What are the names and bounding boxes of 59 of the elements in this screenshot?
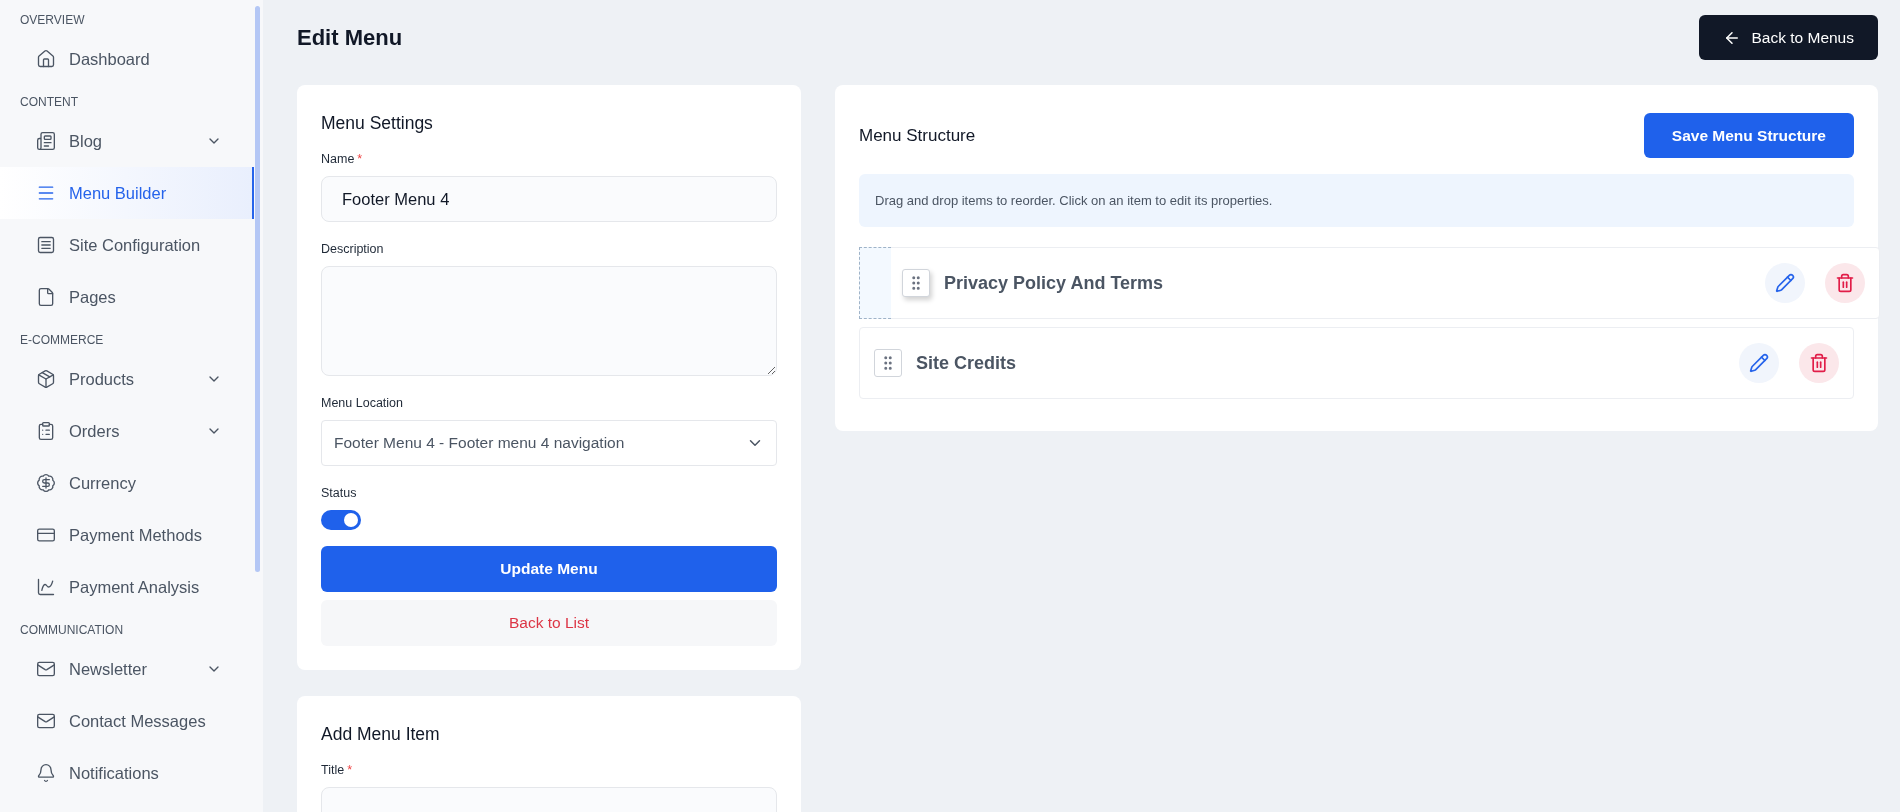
card-title: Menu Settings xyxy=(321,113,434,134)
back-button[interactable]: Back to Menus xyxy=(1699,15,1878,60)
field-label: Status xyxy=(321,486,358,500)
description-input[interactable] xyxy=(321,266,777,376)
card-title: Add Menu Item xyxy=(321,724,441,745)
status-toggle[interactable] xyxy=(321,510,361,530)
pencil-icon xyxy=(1749,353,1769,373)
name-input[interactable]: Footer Menu 4 xyxy=(321,176,777,222)
required-mark: * xyxy=(347,763,353,777)
save-button[interactable]: Save Menu Structure xyxy=(1643,113,1854,158)
menu-item[interactable]: Site Credits xyxy=(859,327,1854,399)
field-label: Menu Location xyxy=(321,396,404,410)
required-mark: * xyxy=(357,152,363,166)
file-icon xyxy=(36,287,56,307)
scrollbar[interactable] xyxy=(255,6,260,572)
sidebar-item[interactable]: Blog xyxy=(0,115,254,167)
clipboard-icon xyxy=(36,421,56,441)
chart-icon xyxy=(36,577,56,597)
box-icon xyxy=(36,369,56,389)
field-label: Name xyxy=(321,152,355,166)
trash-icon xyxy=(1835,273,1855,293)
sidebar-item[interactable]: Notifications xyxy=(0,747,254,799)
sidebar-item[interactable]: Contact Messages xyxy=(0,695,254,747)
sidebar-item[interactable]: Payment Methods xyxy=(0,509,254,561)
edit-button[interactable] xyxy=(1739,343,1779,383)
mail-icon xyxy=(36,711,56,731)
edit-button[interactable] xyxy=(1765,263,1805,303)
back-to-list-button[interactable]: Back to List xyxy=(321,600,777,646)
bell-icon xyxy=(36,763,56,783)
card-title: Menu Structure xyxy=(859,125,976,146)
sidebar-item[interactable]: Payment Analysis xyxy=(0,561,254,613)
newspaper-icon xyxy=(36,131,56,151)
sidebar-item[interactable]: Products xyxy=(0,353,254,405)
delete-button[interactable] xyxy=(1825,263,1865,303)
update-button[interactable]: Update Menu xyxy=(321,546,777,592)
pencil-icon xyxy=(1775,273,1795,293)
page-title: Edit Menu xyxy=(297,24,403,51)
sidebar-item[interactable]: Newsletter xyxy=(0,643,254,695)
field-label: Title xyxy=(321,763,345,777)
location-select[interactable]: Footer Menu 4 - Footer menu 4 navigation xyxy=(321,420,777,466)
drag-handle[interactable] xyxy=(902,269,930,297)
delete-button[interactable] xyxy=(1799,343,1839,383)
document-icon xyxy=(36,235,56,255)
section-title: CONTENT xyxy=(19,95,79,111)
sidebar-item[interactable]: Menu Builder xyxy=(0,167,254,219)
mail-icon xyxy=(36,659,56,679)
section-title: COMMUNICATION xyxy=(19,623,125,639)
trash-icon xyxy=(1809,353,1829,373)
sidebar-item[interactable]: Dashboard xyxy=(0,33,254,85)
field-label: Description xyxy=(321,242,385,256)
section-title: OVERVIEW xyxy=(19,13,86,29)
hint-text: Drag and drop items to reorder. Click on an item to edit its properties. xyxy=(859,174,1854,227)
section-title: E-COMMERCE xyxy=(19,333,105,349)
sidebar-item[interactable]: Site Configuration xyxy=(0,219,254,271)
sidebar-item[interactable]: Currency xyxy=(0,457,254,509)
sidebar-item[interactable]: Orders xyxy=(0,405,254,457)
drag-handle[interactable] xyxy=(874,349,902,377)
home-icon xyxy=(36,49,56,69)
sidebar-item[interactable]: Pages xyxy=(0,271,254,323)
